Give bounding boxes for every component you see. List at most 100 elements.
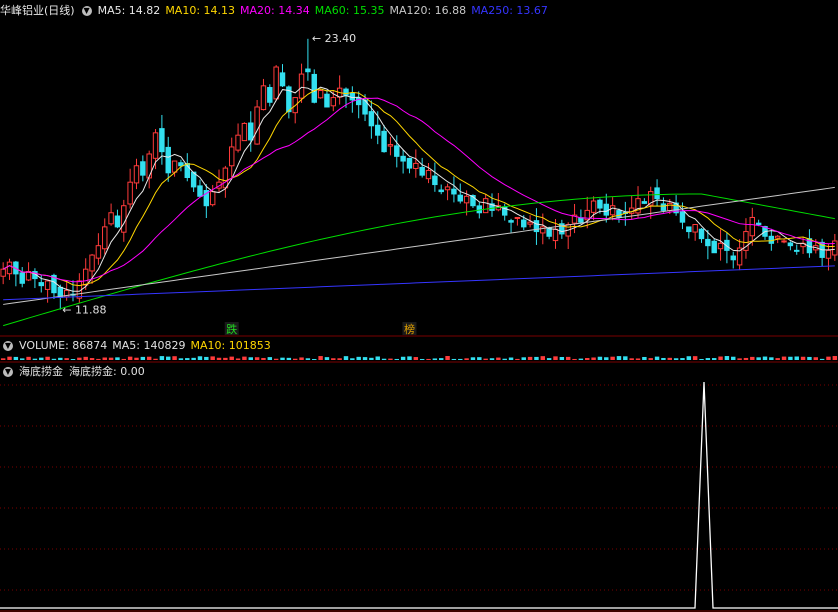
candle-body [381, 130, 387, 153]
volume-bar [197, 356, 203, 360]
volume-bar [559, 357, 565, 360]
volume-bar [553, 356, 558, 360]
candle-body [451, 188, 457, 195]
volume-bar [223, 357, 228, 360]
volume-bar [724, 356, 730, 360]
volume-bar [667, 357, 672, 360]
volume-bar [807, 356, 812, 360]
volume-bar [394, 358, 400, 360]
volume-bar [629, 358, 634, 360]
candle-body [787, 242, 794, 247]
volume-bar [254, 357, 260, 360]
candle-body [825, 249, 832, 259]
volume-bar [134, 357, 139, 360]
volume-bar [819, 358, 825, 360]
price-panel-header: 华峰铝业(日线) ▼ MA5: 14.82 MA10: 14.13 MA20: 14… [0, 3, 553, 19]
volume-bar [343, 356, 349, 360]
volume-bar [178, 358, 184, 360]
candle-body [540, 226, 546, 234]
candle-body [711, 240, 717, 254]
candle-body [235, 134, 241, 151]
candle-body [267, 87, 273, 103]
candle-body [400, 155, 406, 162]
volume-bar [489, 358, 495, 360]
volume-bar [204, 356, 209, 360]
volume-bar [89, 358, 95, 360]
candle-body [476, 205, 483, 214]
volume-bar [743, 357, 749, 360]
volume-bar [540, 356, 546, 360]
volume-bar [572, 358, 577, 360]
volume-bar [654, 356, 660, 360]
chevron-down-icon[interactable]: ▼ [3, 341, 13, 351]
candle-body [438, 189, 444, 193]
candle-body [609, 205, 616, 216]
volume-bar [369, 357, 374, 360]
volume-bar [692, 356, 698, 360]
volume-bar [718, 356, 723, 360]
volume-bar [604, 357, 609, 360]
volume-bar [769, 357, 774, 360]
chart-stage: ← 23.40← 11.88跌榜港财 华峰铝业(日线) ▼ MA5: 14.82… [0, 0, 838, 612]
candle-body [419, 166, 425, 176]
volume-bar [58, 357, 63, 360]
volume-bar [324, 357, 330, 360]
candle-body [578, 217, 584, 223]
candle-body [44, 280, 51, 290]
candle-body [794, 249, 800, 252]
event-marker: 跌 [226, 322, 237, 336]
volume-bar [356, 356, 361, 360]
volume-bar [731, 356, 736, 360]
volume-legend-item-2: MA10: 101853 [190, 339, 271, 352]
candle-body [108, 212, 114, 225]
volume-bar [661, 357, 666, 360]
volume-bar [515, 358, 520, 360]
volume-bar [64, 358, 69, 360]
candle-body [317, 90, 324, 99]
volume-bar [585, 358, 590, 360]
volume-bar [388, 358, 393, 360]
candle-body [755, 222, 762, 226]
volume-bar [191, 357, 196, 360]
candle-body [482, 198, 489, 214]
candle-body [394, 145, 400, 157]
chevron-down-icon[interactable]: ▼ [3, 367, 13, 377]
volume-bar [280, 357, 285, 360]
stock-title: 华峰铝业(日线) [0, 4, 75, 17]
candle-body [6, 261, 13, 275]
candle-body [165, 146, 171, 174]
candle-body [248, 122, 254, 141]
volume-bar [458, 358, 463, 360]
candle-body [209, 191, 216, 206]
candle-body [660, 203, 667, 211]
volume-bar [39, 357, 44, 360]
candle-body [114, 215, 121, 228]
volume-bar [350, 358, 355, 360]
candle-body [311, 73, 317, 103]
volume-bar [32, 358, 38, 360]
volume-bar [229, 356, 234, 360]
chevron-down-icon[interactable]: ▼ [81, 6, 92, 16]
indicator-legend: 海底捞金: 0.00 [69, 364, 150, 380]
candle-body [774, 235, 781, 239]
volume-bar [451, 358, 457, 360]
candle-body [305, 68, 311, 73]
volume-bar [597, 356, 603, 360]
candle-body [521, 219, 527, 228]
volume-bar [521, 357, 526, 360]
volume-bar [496, 357, 501, 360]
volume-bar [800, 356, 806, 360]
candle-body [121, 205, 127, 233]
volume-bar [642, 356, 647, 360]
volume-bar [242, 356, 247, 360]
candle-body [457, 194, 463, 202]
chart-canvas: ← 23.40← 11.88跌榜港财 [0, 32, 838, 612]
candle-body [432, 175, 438, 186]
volume-bar [832, 356, 838, 360]
candle-body [159, 128, 165, 153]
indicator-panel-header: ▼ 海底捞金 海底捞金: 0.00 [0, 364, 150, 380]
volume-bar [635, 358, 641, 360]
volume-bar [0, 358, 6, 360]
volume-bar [235, 358, 241, 360]
candle-body [0, 268, 6, 277]
